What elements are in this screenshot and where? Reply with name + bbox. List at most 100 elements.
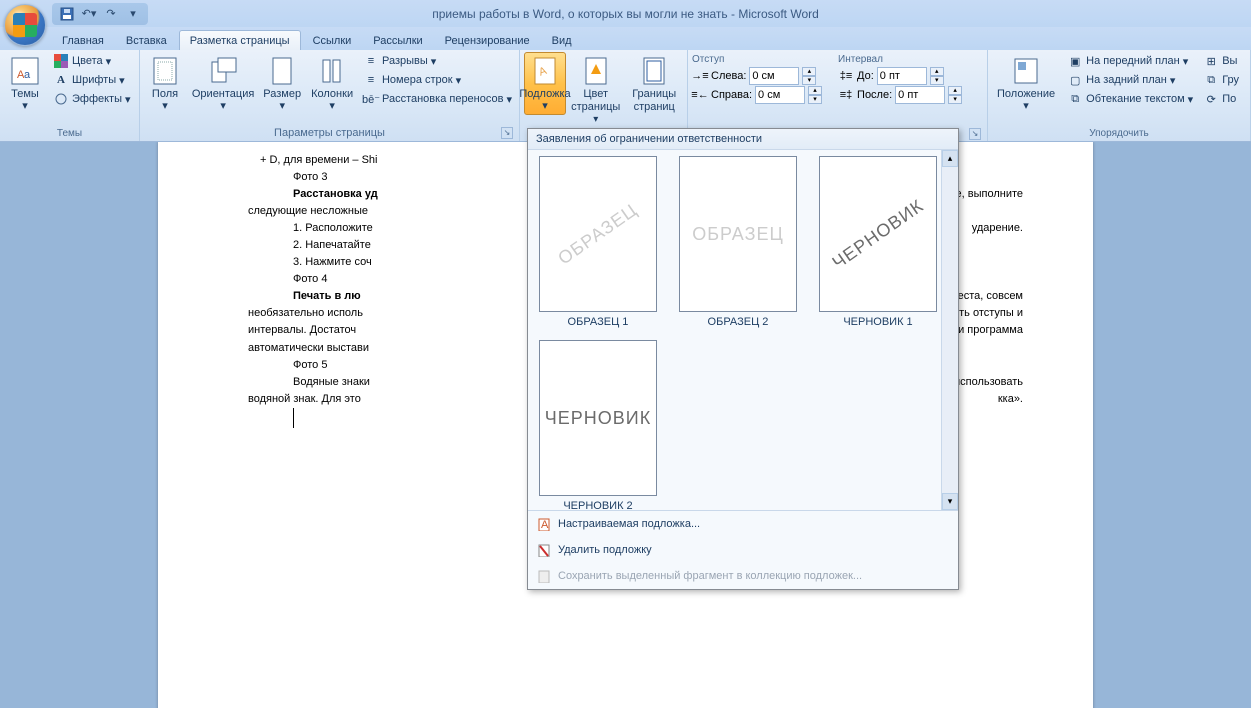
text-cursor <box>293 408 294 428</box>
watermark-icon: A <box>529 55 561 87</box>
position-icon <box>1010 55 1042 87</box>
spacing-before-spinner[interactable]: ▴▾ <box>930 67 944 85</box>
indent-right-spinner[interactable]: ▴▾ <box>808 86 822 104</box>
align-button[interactable]: ⊞Вы <box>1200 52 1242 70</box>
indent-left-input[interactable] <box>749 67 799 85</box>
effects-icon <box>53 91 69 107</box>
watermark-option-draft1[interactable]: ЧЕРНОВИК ЧЕРНОВИК 1 <box>814 156 942 328</box>
size-icon <box>266 55 298 87</box>
margins-button[interactable]: Поля▾ <box>144 52 186 115</box>
doc-line: ять отступы и <box>953 305 1023 322</box>
watermark-button[interactable]: AПодложка▾ <box>524 52 566 115</box>
doc-line: и программа <box>958 322 1023 339</box>
doc-line: 2. Напечатайте <box>293 239 371 251</box>
tab-view[interactable]: Вид <box>542 31 582 50</box>
scroll-up-icon[interactable]: ▴ <box>942 150 958 167</box>
size-button[interactable]: Размер▾ <box>260 52 304 115</box>
tab-review[interactable]: Рецензирование <box>435 31 540 50</box>
page-setup-group-label: Параметры страницы <box>274 127 385 139</box>
colors-icon <box>53 53 69 69</box>
indent-right-input[interactable] <box>755 86 805 104</box>
theme-effects-button[interactable]: Эффекты ▾ <box>50 90 134 108</box>
watermark-option-sample2[interactable]: ОБРАЗЕЦ ОБРАЗЕЦ 2 <box>674 156 802 328</box>
doc-line: Фото 5 <box>293 359 327 371</box>
indent-left-spinner[interactable]: ▴▾ <box>802 67 816 85</box>
doc-line: Расстановка уд <box>293 188 378 200</box>
watermark-option-sample1[interactable]: ОБРАЗЕЦ ОБРАЗЕЦ 1 <box>534 156 662 328</box>
tab-references[interactable]: Ссылки <box>303 31 362 50</box>
save-watermark-button: Сохранить выделенный фрагмент в коллекци… <box>528 563 958 589</box>
indent-label: Отступ <box>692 54 822 65</box>
margins-icon <box>149 55 181 87</box>
before-icon: ‡≡ <box>838 68 854 84</box>
hyphenation-button[interactable]: bē⁻Расстановка переносов ▾ <box>360 90 515 108</box>
window-title: приемы работы в Word, о которых вы могли… <box>432 7 819 21</box>
orientation-icon <box>207 55 239 87</box>
page-borders-button[interactable]: Границы страниц <box>625 52 683 117</box>
send-back-button[interactable]: ▢На задний план ▾ <box>1064 71 1196 89</box>
rotate-button[interactable]: ⟳По <box>1200 90 1242 108</box>
breaks-icon: ≡ <box>363 53 379 69</box>
gallery-scrollbar[interactable]: ▴ ▾ <box>941 150 958 510</box>
save-icon[interactable] <box>58 5 76 23</box>
indent-right-icon: ≡← <box>692 87 708 103</box>
doc-line: водяной знак. Для это <box>248 393 361 405</box>
columns-icon <box>316 55 348 87</box>
tab-page-layout[interactable]: Разметка страницы <box>179 30 301 50</box>
align-icon: ⊞ <box>1203 53 1219 69</box>
arrange-group-label: Упорядочить <box>992 126 1246 141</box>
group-button[interactable]: ⧉Гру <box>1200 71 1242 89</box>
fonts-icon: A <box>53 72 69 88</box>
custom-watermark-button[interactable]: AНастраиваемая подложка... <box>528 511 958 537</box>
doc-line: Печать в лю <box>293 290 361 302</box>
group-icon: ⧉ <box>1203 72 1219 88</box>
remove-watermark-icon <box>536 542 552 558</box>
custom-watermark-icon: A <box>536 516 552 532</box>
doc-line: Водяные знаки <box>293 376 370 388</box>
theme-fonts-button[interactable]: AШрифты ▾ <box>50 71 134 89</box>
undo-icon[interactable]: ↶▾ <box>80 5 98 23</box>
bring-front-button[interactable]: ▣На передний план ▾ <box>1064 52 1196 70</box>
text-wrap-button[interactable]: ⧉Обтекание текстом ▾ <box>1064 90 1196 108</box>
line-numbers-icon: ≡ <box>363 72 379 88</box>
remove-watermark-button[interactable]: Удалить подложку <box>528 537 958 563</box>
doc-line: автоматически выстави <box>248 342 369 354</box>
position-button[interactable]: Положение▾ <box>992 52 1060 115</box>
themes-group-label: Темы <box>4 126 135 141</box>
quick-access-toolbar: ↶▾ ↷ ▾ <box>52 3 148 25</box>
doc-line: + D, для времени – Shi <box>260 154 378 166</box>
orientation-button[interactable]: Ориентация▾ <box>190 52 256 115</box>
front-icon: ▣ <box>1067 53 1083 69</box>
svg-text:A: A <box>541 519 549 531</box>
redo-icon[interactable]: ↷ <box>102 5 120 23</box>
watermark-option-draft2[interactable]: ЧЕРНОВИК ЧЕРНОВИК 2 <box>534 340 662 512</box>
spacing-before-input[interactable] <box>877 67 927 85</box>
doc-line: Фото 4 <box>293 273 327 285</box>
doc-line: интервалы. Достаточ <box>248 324 356 336</box>
page-borders-icon <box>638 55 670 87</box>
doc-line: следующие несложные <box>248 205 368 217</box>
tab-insert[interactable]: Вставка <box>116 31 177 50</box>
page-color-button[interactable]: Цвет страницы▾ <box>570 52 621 129</box>
breaks-button[interactable]: ≡Разрывы ▾ <box>360 52 515 70</box>
qat-customize-icon[interactable]: ▾ <box>124 5 142 23</box>
watermark-gallery: Заявления об ограничении ответственности… <box>527 128 959 590</box>
columns-button[interactable]: Колонки▾ <box>308 52 356 115</box>
paragraph-dialog-launcher[interactable]: ↘ <box>969 128 981 140</box>
indent-left-icon: →≡ <box>692 68 708 84</box>
page-setup-dialog-launcher[interactable]: ↘ <box>501 127 513 139</box>
theme-colors-button[interactable]: Цвета ▾ <box>50 52 134 70</box>
tab-home[interactable]: Главная <box>52 31 114 50</box>
scroll-down-icon[interactable]: ▾ <box>942 493 958 510</box>
spacing-after-spinner[interactable]: ▴▾ <box>948 86 962 104</box>
doc-line: необязательно исполь <box>248 307 363 319</box>
tab-mailings[interactable]: Рассылки <box>363 31 432 50</box>
line-numbers-button[interactable]: ≡Номера строк ▾ <box>360 71 515 89</box>
wrap-icon: ⧉ <box>1067 91 1083 107</box>
gallery-header: Заявления об ограничении ответственности <box>528 129 958 150</box>
spacing-after-input[interactable] <box>895 86 945 104</box>
after-icon: ≡‡ <box>838 87 854 103</box>
spacing-label: Интервал <box>838 54 962 65</box>
themes-button[interactable]: Aa Темы▾ <box>4 52 46 115</box>
office-button[interactable] <box>4 4 46 46</box>
